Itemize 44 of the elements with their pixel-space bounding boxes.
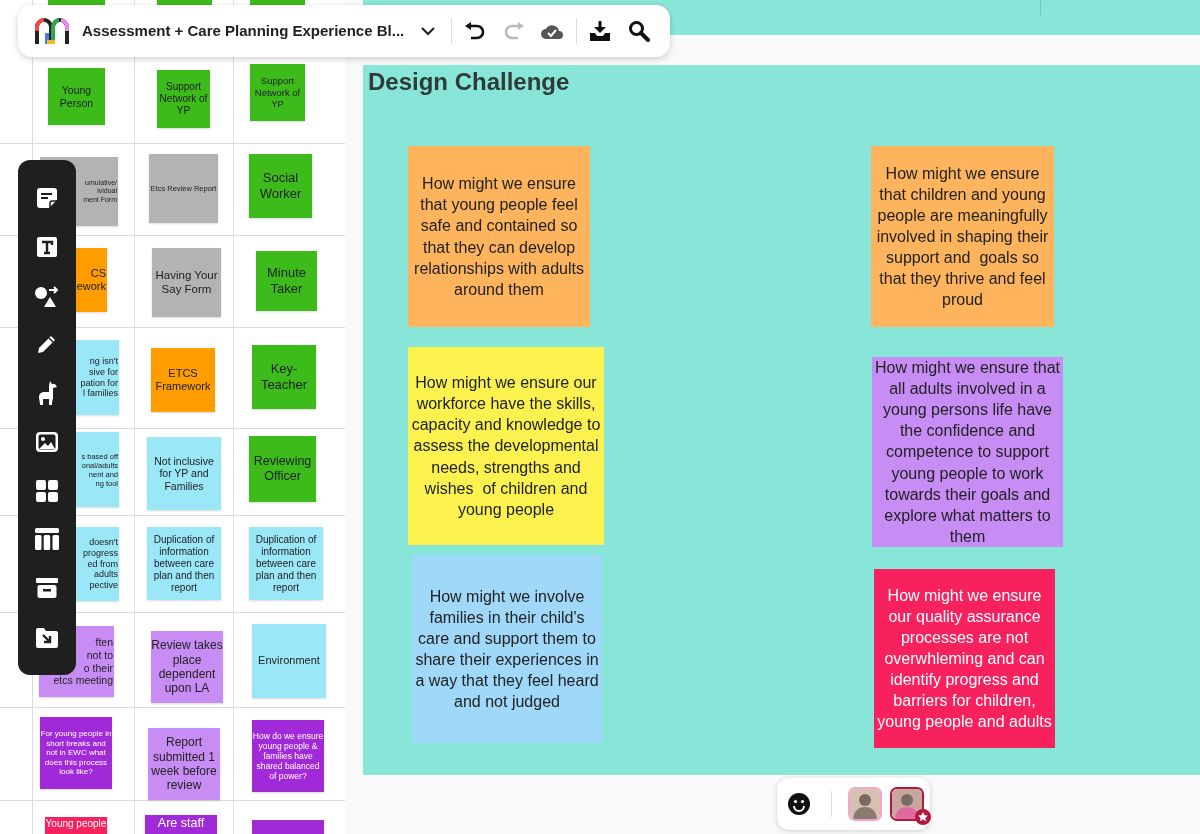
chevron-icon[interactable] <box>420 26 435 36</box>
download-icon[interactable] <box>589 20 612 42</box>
sticky-note: ETCS Framework <box>151 348 215 412</box>
table-icon[interactable] <box>35 528 59 551</box>
sticky-note: Support Network of YP <box>157 70 210 128</box>
sticky-note: How might we involve families in their child's care and support them to share their experiences in a way that they feel heard and not judged <box>412 555 602 743</box>
sticky-note: Review takes place dependent upon LA <box>151 631 223 703</box>
sticky-note: Support Network of YP <box>250 64 305 121</box>
emoji-icon[interactable] <box>788 793 810 815</box>
logo-icon[interactable] <box>34 17 70 45</box>
sticky-note: How might we ensure our workforce have the skills, capacity and knowledge to assess the developmental needs, strengths and wishes of children and young people <box>408 347 604 545</box>
sticky-note: Key-Teacher <box>252 345 316 409</box>
import-icon[interactable] <box>36 625 58 648</box>
sticky-note: Reviewing Officer <box>249 436 316 502</box>
sticky-note: Having Your Say Form <box>152 248 221 317</box>
sticky-note: Young people <box>45 817 107 834</box>
sticky-note: Report submitted 1 week before review <box>148 728 220 800</box>
sticky-note: Duplication of information between care plan and then report <box>249 527 323 600</box>
sticky-note: How do we ensure young people & families have shared balanced of power? <box>252 720 324 792</box>
undo-icon[interactable] <box>465 22 486 40</box>
sticky-note: How might we ensure that young people feel safe and contained so that they can develop relationships with adults around them <box>408 146 590 327</box>
image-icon[interactable] <box>35 429 59 454</box>
cloud-check-icon[interactable] <box>540 22 565 40</box>
sticky-note: How might we ensure that all adults involved in a young persons life have the confidence and competence to support young people to work towards their goals and explore what matters to them <box>872 357 1063 547</box>
sticky-note: Social Worker <box>249 154 312 218</box>
avatar[interactable] <box>848 787 882 821</box>
sticky-note: Not inclusive for YP and Families <box>147 437 221 510</box>
llama-icon[interactable] <box>36 380 58 407</box>
search-icon[interactable] <box>627 20 650 42</box>
sticky-note: Young Person <box>48 68 105 125</box>
sticky-note: Duplication of information between care plan and then report <box>147 527 221 600</box>
frame-title: Design Challenge <box>368 68 570 97</box>
archive-icon[interactable] <box>36 577 58 598</box>
sticky-note-icon[interactable] <box>35 186 59 211</box>
avatar[interactable] <box>890 787 924 821</box>
sticky-note: Environment <box>252 624 326 698</box>
sticky-note: How might we ensure that children and young people are meaningfully involved in shaping their support and goals so that they thrive and feel proud <box>871 146 1054 327</box>
text-icon[interactable] <box>35 235 59 260</box>
shapes-icon[interactable] <box>34 283 60 308</box>
sticky-note: Minute Taker <box>256 251 317 311</box>
sticky-note: For young people in short breaks and not in EWC what does this process look like? <box>40 717 112 789</box>
sticky-note: Are staff <box>145 815 217 834</box>
sticky-note: How might we ensure our quality assurance processes are not overwhleming and can identify progress and barriers for children, young people and adults <box>874 569 1055 748</box>
grid-icon[interactable] <box>36 479 58 502</box>
